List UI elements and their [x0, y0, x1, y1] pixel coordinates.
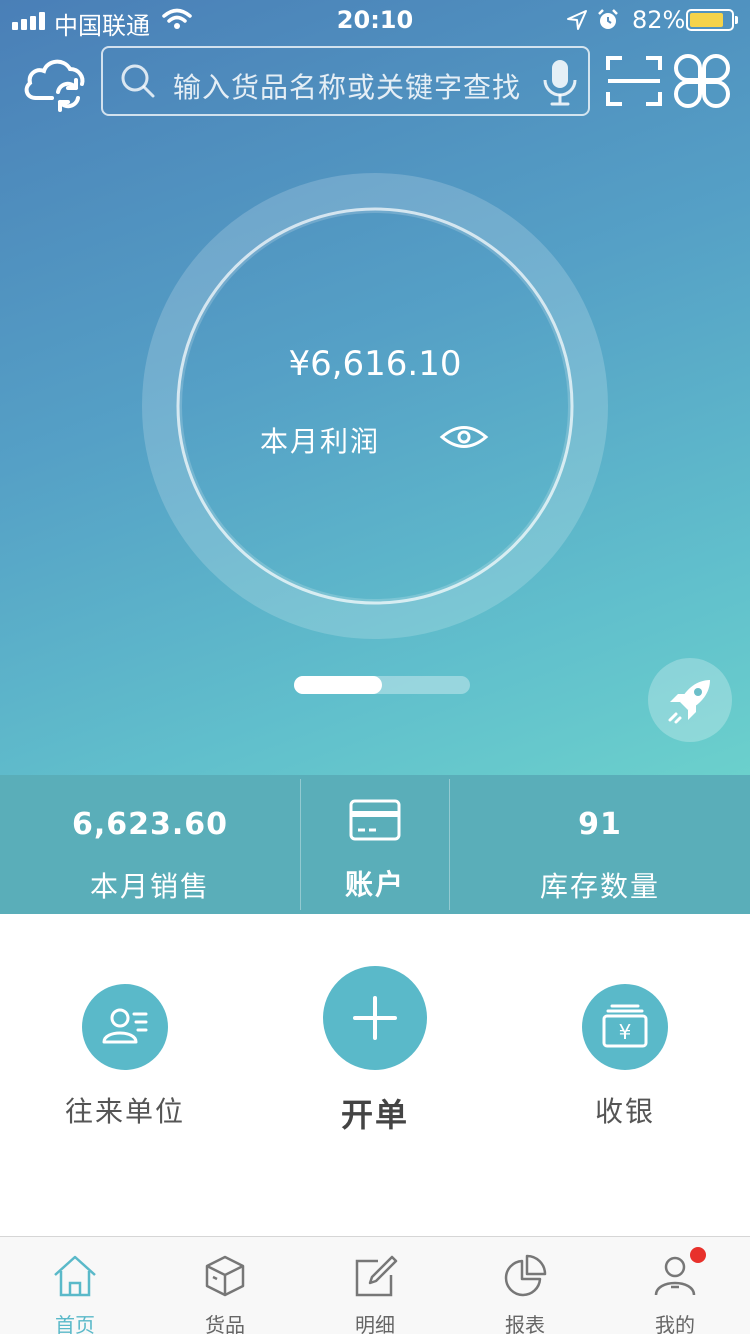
- plus-icon: [353, 996, 397, 1040]
- box-icon: [205, 1255, 245, 1297]
- account-button[interactable]: 账户: [301, 775, 449, 914]
- monthly-sales-label: 本月销售: [89, 870, 210, 903]
- credit-card-icon: [349, 799, 401, 841]
- carousel-indicator: [294, 676, 470, 694]
- tab-mine[interactable]: 我的: [600, 1237, 750, 1334]
- stock-quantity-stat[interactable]: 91 库存数量: [450, 775, 750, 914]
- carousel-indicator-active: [294, 676, 382, 694]
- tab-products[interactable]: 货品: [150, 1237, 300, 1334]
- tab-reports[interactable]: 报表: [450, 1237, 600, 1334]
- contacts-icon: [102, 1008, 148, 1044]
- location-arrow-icon: [567, 10, 587, 30]
- new-order-icon-circle: [323, 966, 427, 1070]
- hero-panel: 中国联通 20:10 82% 输入货品名称或关键字查找 ¥6,616.10 本月…: [0, 0, 750, 775]
- cashier-icon-circle: ¥: [582, 984, 668, 1070]
- tab-home-label: 首页: [55, 1313, 95, 1334]
- cloud-sync-icon[interactable]: [22, 52, 88, 112]
- scan-icon[interactable]: [606, 54, 662, 108]
- svg-text:¥: ¥: [619, 1020, 632, 1044]
- stats-strip: 6,623.60 本月销售 账户 91 库存数量: [0, 775, 750, 914]
- alarm-clock-icon: [598, 9, 618, 29]
- edit-icon: [355, 1255, 398, 1297]
- partners-button[interactable]: 往来单位: [40, 980, 210, 1140]
- cashier-button[interactable]: ¥ 收银: [540, 980, 710, 1140]
- apps-grid-icon[interactable]: [674, 54, 730, 108]
- profit-amount: ¥6,616.10: [288, 344, 462, 384]
- partners-icon-circle: [82, 984, 168, 1070]
- microphone-icon[interactable]: [540, 58, 580, 108]
- tab-reports-label: 报表: [505, 1313, 545, 1334]
- pie-chart-icon: [504, 1254, 547, 1297]
- account-label: 账户: [344, 868, 405, 901]
- stock-quantity-label: 库存数量: [539, 870, 660, 903]
- rocket-icon: [668, 680, 710, 724]
- stock-quantity-value: 91: [578, 807, 622, 842]
- monthly-sales-value: 6,623.60: [71, 807, 229, 842]
- cashier-label: 收银: [594, 1095, 655, 1128]
- search-bar[interactable]: 输入货品名称或关键字查找: [101, 46, 590, 116]
- battery-icon: [686, 9, 738, 31]
- profit-label: 本月利润: [260, 425, 381, 458]
- home-icon: [54, 1255, 96, 1297]
- search-input[interactable]: 输入货品名称或关键字查找: [173, 66, 521, 106]
- status-bar: 中国联通 20:10 82%: [0, 0, 750, 40]
- new-order-button[interactable]: 开单: [290, 966, 460, 1140]
- search-icon: [121, 64, 155, 98]
- notification-badge: [690, 1247, 706, 1263]
- rocket-button[interactable]: [648, 658, 732, 742]
- tab-details-label: 明细: [355, 1313, 395, 1334]
- tab-home[interactable]: 首页: [0, 1237, 150, 1334]
- battery-percent: 82%: [632, 6, 686, 34]
- partners-label: 往来单位: [64, 1095, 185, 1128]
- tab-mine-label: 我的: [655, 1313, 695, 1334]
- tab-details[interactable]: 明细: [300, 1237, 450, 1334]
- cash-stack-icon: ¥: [602, 1004, 648, 1048]
- new-order-label: 开单: [340, 1096, 409, 1134]
- monthly-sales-stat[interactable]: 6,623.60 本月销售: [0, 775, 300, 914]
- tab-bar: 首页 货品 明细 报表 我的: [0, 1236, 750, 1334]
- eye-icon[interactable]: [439, 422, 489, 452]
- profit-ring: [142, 173, 608, 639]
- tab-products-label: 货品: [205, 1313, 245, 1334]
